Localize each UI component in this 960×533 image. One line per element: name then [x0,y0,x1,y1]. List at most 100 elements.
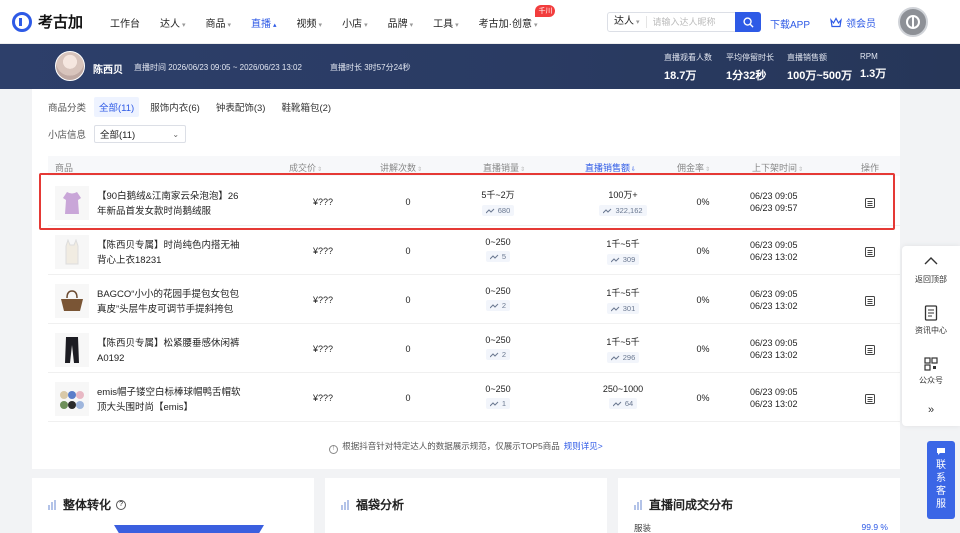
nav-item-label: 商品 [205,18,226,30]
lucky-bag-title: 福袋分析 [341,496,404,513]
revenue-cell: 1千~5千 309 [606,239,640,265]
stat-revenue: 直播销售额 100万~500万 [787,53,853,82]
search-type-select[interactable]: 达人 ▾ [608,16,647,28]
vip-button[interactable]: 领会员 [830,15,876,30]
price-cell: ¥??? [312,246,334,256]
sales-trend[interactable]: 2 [485,300,511,311]
search-button[interactable] [735,12,761,32]
revenue-trend[interactable]: 309 [606,254,640,265]
revenue-trend[interactable]: 296 [606,352,640,363]
product-name[interactable]: BAGCO“小小的花园手提包女包包真皮”头层牛皮可调节手提斜挎包 [97,287,247,317]
shop-filter-label: 小店信息 [48,130,87,141]
bar-chart-icon [341,499,350,510]
revenue-cell: 1千~5千 296 [606,337,640,363]
product-name[interactable]: 【陈西贝专属】松紧腰垂感休闲裤A0192 [97,336,247,366]
chevron-up-icon: ▴ [273,21,277,29]
nav-item-6[interactable]: 品牌 ▾ [388,15,414,30]
nav-item-1[interactable]: 达人 ▾ [160,15,186,30]
commission-cell: 0% [696,344,710,354]
shelf-time-cell: 06/23 09:05 06/23 13:02 [750,387,798,409]
sales-trend[interactable]: 2 [485,349,511,360]
back-to-top-button[interactable]: 返回顶部 [902,256,960,285]
nav-item-label: 达人 [160,18,180,30]
shelf-time-cell: 06/23 09:05 06/23 13:02 [750,289,798,311]
sales-cell: 0~250 5 [485,237,511,262]
product-name[interactable]: emis帽子镂空白标棒球帽鸭舌帽软顶大头围时尚【emis】 [97,385,247,415]
chevron-down-icon: ▾ [318,21,323,29]
nav-item-0[interactable]: 工作台 [110,15,140,30]
streamer-name[interactable]: 陈西贝 [93,61,123,76]
revenue-trend[interactable]: 64 [608,398,638,409]
category-chip[interactable]: 钟表配饰(3) [211,97,271,117]
detail-icon[interactable] [864,246,876,258]
nav-item-label: 工作台 [110,18,140,30]
live-header: 陈西贝 直播时间 2026/06/23 09:05 ~ 2026/06/23 1… [0,44,960,89]
sales-trend[interactable]: 5 [485,251,511,262]
info-icon: ! [329,445,339,454]
category-chip[interactable]: 服饰内衣(6) [145,97,205,117]
table-row[interactable]: 【陈西贝专属】时尚纯色内搭无袖背心上衣18231 ¥??? 0 0~250 5 1千~5千… [48,227,900,275]
nav-menu: 工作台 达人 ▾ 商品 ▾ 直播 ▴ 视频 ▾ 小店 ▾ 品牌 ▾ 工具 ▾ 考古加·创意 ▾ 千川 [110,0,557,44]
chevron-down-icon: ▾ [364,21,368,29]
shop-filter: 小店信息 全部(11) ⌄ [48,125,187,143]
vip-label: 领会员 [846,19,876,30]
explain-count-cell: 0 [405,344,411,354]
collapse-panel-button[interactable]: » [902,404,960,416]
product-name[interactable]: 【陈西贝专属】时尚纯色内搭无袖背心上衣18231 [97,238,247,268]
streamer-avatar[interactable] [55,51,85,81]
table-row[interactable]: emis帽子镂空白标棒球帽鸭舌帽软顶大头围时尚【emis】 ¥??? 0 0~250 1… [48,374,900,422]
category-chip[interactable]: 鞋靴箱包(2) [276,97,336,117]
official-account-button[interactable]: 公众号 [902,357,960,386]
category-chip[interactable]: 全部(11) [94,97,140,117]
brand-name: 考古加 [38,14,84,31]
commission-cell: 0% [696,246,710,256]
help-icon[interactable]: ? [116,499,127,510]
search-input[interactable] [646,17,731,27]
nav-item-label: 小店 [342,18,363,30]
chevron-up-icon [924,257,938,265]
stat-viewers: 直播观看人数 18.7万 [664,53,712,82]
conversion-card: 整体转化 ? [32,478,314,533]
nav-item-7[interactable]: 工具 ▾ [433,15,459,30]
nav-item-5[interactable]: 小店 ▾ [342,15,368,30]
detail-icon[interactable] [864,295,876,307]
rules-link[interactable]: 规则详见> [564,441,603,451]
nav-item-8[interactable]: 考古加·创意 ▾ 千川 [479,4,556,30]
nav-item-label: 视频 [296,18,317,30]
product-thumbnail[interactable] [55,284,89,318]
commission-cell: 0% [696,393,710,403]
shelf-time-cell: 06/23 09:05 06/23 13:02 [750,338,798,360]
user-avatar[interactable] [898,7,928,37]
table-row[interactable]: BAGCO“小小的花园手提包女包包真皮”头层牛皮可调节手提斜挎包 ¥??? 0 0~2… [48,276,900,324]
shop-select[interactable]: 全部(11) ⌄ [94,125,187,143]
product-thumbnail[interactable] [55,333,89,367]
stat-rpm: RPM 1.3万 [860,52,887,80]
explain-count-cell: 0 [405,295,411,305]
news-center-button[interactable]: 资讯中心 [902,305,960,336]
brand-logo[interactable]: 考古加 [12,11,83,32]
download-app-link[interactable]: 下载APP [770,16,810,31]
revenue-cell: 1千~5千 301 [606,288,640,314]
chevron-down-icon: ▾ [533,21,538,29]
chat-icon [937,448,945,455]
side-panel: 返回顶部 资讯中心 公众号 » [902,246,960,426]
crown-icon [830,17,842,28]
data-notice: ! 根据抖音针对特定达人的数据展示规范，仅展示TOP5商品 规则详见> [32,440,900,454]
nav-badge: 千川 [535,4,556,17]
sales-trend[interactable]: 1 [485,398,511,409]
revenue-trend[interactable]: 301 [606,303,640,314]
qr-code-icon [924,357,938,371]
nav-item-4[interactable]: 视频 ▾ [297,15,323,30]
highlighted-row-frame [39,173,895,230]
nav-item-3[interactable]: 直播 ▴ [251,15,277,30]
user-logo-icon [906,15,920,29]
logo-icon [12,11,32,32]
detail-icon[interactable] [864,393,876,405]
nav-item-2[interactable]: 商品 ▾ [206,15,232,30]
product-thumbnail[interactable] [55,382,89,416]
distribution-item: 服装 99.9 % [634,522,888,533]
customer-service-button[interactable]: 联系客服 [927,441,955,519]
detail-icon[interactable] [864,344,876,356]
table-row[interactable]: 【陈西贝专属】松紧腰垂感休闲裤A0192 ¥??? 0 0~250 2 1千~5千 296 0… [48,325,900,373]
product-thumbnail[interactable] [55,235,89,269]
